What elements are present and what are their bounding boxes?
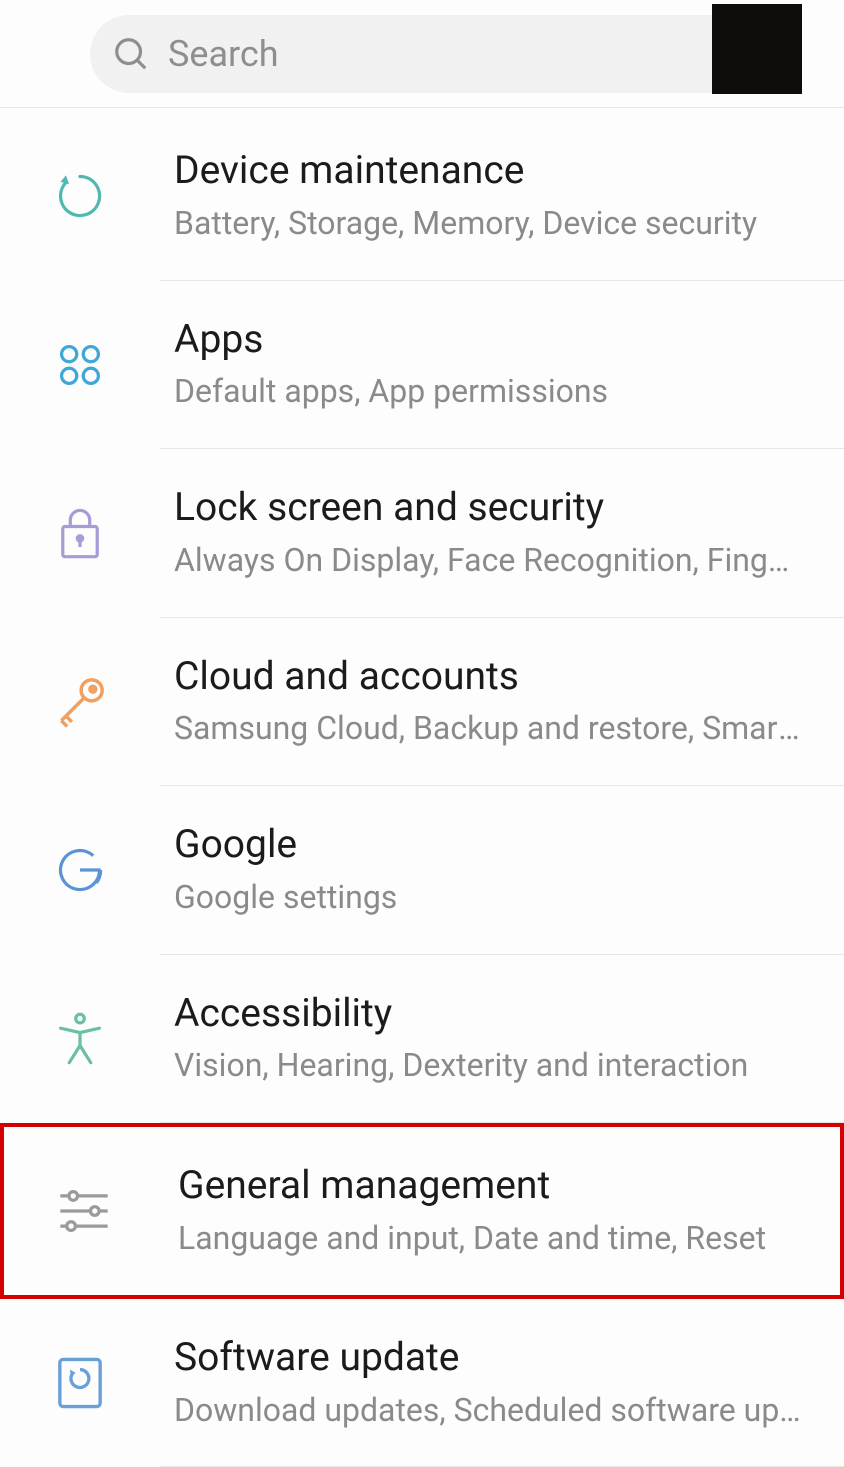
item-subtitle: Samsung Cloud, Backup and restore, Smart…: [174, 706, 802, 751]
item-title: Lock screen and security: [174, 483, 802, 532]
item-device-maintenance[interactable]: Device maintenance Battery, Storage, Mem…: [0, 112, 844, 281]
item-title: Software update: [174, 1333, 802, 1382]
item-apps[interactable]: Apps Default apps, App permissions: [0, 281, 844, 450]
lock-icon: [0, 505, 160, 561]
google-icon: [0, 844, 160, 896]
accessibility-icon: [0, 1011, 160, 1067]
item-subtitle: Always On Display, Face Recognition, Fin…: [174, 538, 802, 583]
item-subtitle: Download updates, Scheduled software upd…: [174, 1388, 802, 1433]
header-bar: Search: [0, 0, 844, 108]
software-update-icon: [0, 1355, 160, 1411]
item-title: Device maintenance: [174, 146, 802, 195]
sliders-icon: [4, 1186, 164, 1236]
item-subtitle: Default apps, App permissions: [174, 369, 802, 414]
apps-icon: [0, 339, 160, 391]
item-cloud-accounts[interactable]: Cloud and accounts Samsung Cloud, Backup…: [0, 618, 844, 787]
item-lock-screen[interactable]: Lock screen and security Always On Displ…: [0, 449, 844, 618]
item-title: Google: [174, 820, 802, 869]
key-icon: [0, 674, 160, 730]
item-accessibility[interactable]: Accessibility Vision, Hearing, Dexterity…: [0, 955, 844, 1124]
search-bar[interactable]: Search: [90, 15, 798, 93]
item-subtitle: Google settings: [174, 875, 802, 920]
search-icon: [112, 35, 150, 73]
item-software-update[interactable]: Software update Download updates, Schedu…: [0, 1299, 844, 1467]
settings-list: Device maintenance Battery, Storage, Mem…: [0, 108, 844, 1467]
item-subtitle: Language and input, Date and time, Reset: [178, 1216, 798, 1261]
search-placeholder: Search: [168, 33, 742, 75]
device-maintenance-icon: [0, 170, 160, 222]
menu-button[interactable]: [712, 4, 802, 94]
item-title: Apps: [174, 315, 802, 364]
item-subtitle: Battery, Storage, Memory, Device securit…: [174, 201, 802, 246]
item-title: Accessibility: [174, 989, 802, 1038]
item-title: General management: [178, 1161, 798, 1210]
item-google[interactable]: Google Google settings: [0, 786, 844, 955]
item-general-management[interactable]: General management Language and input, D…: [0, 1123, 844, 1299]
item-subtitle: Vision, Hearing, Dexterity and interacti…: [174, 1043, 802, 1088]
item-title: Cloud and accounts: [174, 652, 802, 701]
